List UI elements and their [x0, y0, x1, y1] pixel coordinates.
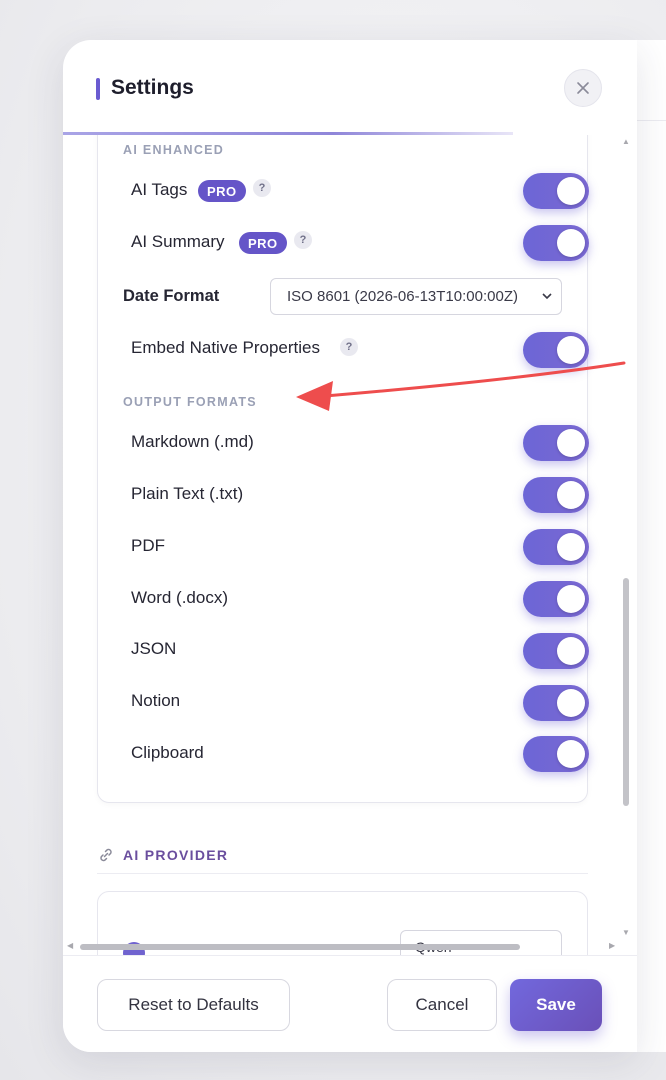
format-toggle-json[interactable] [523, 633, 589, 669]
format-toggle-plain-text[interactable] [523, 477, 589, 513]
settings-scroll-area[interactable]: AI ENHANCED AI Tags PRO ? AI Summary PRO… [63, 135, 637, 955]
ai-tags-label: AI Tags [131, 180, 188, 199]
date-format-label: Date Format [123, 287, 220, 305]
scroll-down-arrow[interactable]: ▼ [622, 928, 630, 937]
format-toggle-clipboard[interactable] [523, 736, 589, 772]
cancel-button[interactable]: Cancel [387, 979, 497, 1031]
format-label-json: JSON [131, 639, 177, 658]
scroll-left-arrow[interactable]: ◀ [67, 941, 73, 950]
ai-tags-toggle[interactable] [523, 173, 589, 209]
scroll-up-arrow[interactable]: ▲ [622, 137, 630, 146]
ai-summary-label: AI Summary [131, 232, 225, 251]
format-toggle-word[interactable] [523, 581, 589, 617]
horizontal-scrollbar[interactable]: ◀ ▶ [63, 940, 623, 954]
format-label-notion: Notion [131, 691, 181, 710]
embed-native-toggle[interactable] [523, 332, 589, 368]
title-accent-bar [96, 78, 100, 100]
vertical-scroll-thumb[interactable] [623, 578, 629, 806]
close-button[interactable] [564, 69, 602, 107]
help-icon[interactable]: ? [253, 179, 271, 197]
format-label-markdown: Markdown (.md) [131, 432, 254, 451]
scroll-right-arrow[interactable]: ▶ [609, 941, 615, 950]
ai-summary-toggle[interactable] [523, 225, 589, 261]
format-label-pdf: PDF [131, 536, 165, 555]
save-button[interactable]: Save [510, 979, 602, 1031]
background-panel [634, 40, 666, 1052]
features-card: AI ENHANCED AI Tags PRO ? AI Summary PRO… [97, 135, 589, 803]
format-toggle-pdf[interactable] [523, 529, 589, 565]
pro-badge: PRO [198, 180, 246, 202]
close-icon [577, 82, 589, 94]
section-title-ai-provider: AI PROVIDER [123, 847, 229, 863]
link-icon [100, 848, 112, 862]
format-toggle-notion[interactable] [523, 685, 589, 721]
section-divider [97, 873, 588, 874]
dialog-footer: Reset to Defaults Cancel Save [63, 955, 637, 1052]
date-format-value: ISO 8601 (2026-06-13T10:00:00Z) [287, 288, 518, 305]
chevron-down-icon [542, 293, 552, 300]
settings-dialog: Settings AI ENHANCED AI Tags PRO ? AI Su… [63, 40, 637, 1052]
vertical-scrollbar[interactable]: ▲ ▼ [620, 135, 634, 955]
help-icon[interactable]: ? [294, 231, 312, 249]
dialog-title: Settings [111, 76, 194, 99]
dialog-header: Settings [63, 40, 637, 135]
section-label-ai-enhanced: AI ENHANCED [123, 143, 225, 157]
format-label-word: Word (.docx) [131, 588, 228, 607]
format-label-plain-text: Plain Text (.txt) [131, 484, 244, 503]
section-label-output-formats: OUTPUT FORMATS [123, 395, 257, 409]
horizontal-scroll-thumb[interactable] [80, 944, 520, 950]
reset-defaults-button[interactable]: Reset to Defaults [97, 979, 290, 1031]
format-toggle-markdown[interactable] [523, 425, 589, 461]
format-label-clipboard: Clipboard [131, 743, 204, 762]
embed-native-label: Embed Native Properties [131, 338, 320, 357]
pro-badge: PRO [239, 232, 287, 254]
help-icon[interactable]: ? [340, 338, 358, 356]
date-format-select[interactable]: ISO 8601 (2026-06-13T10:00:00Z) [270, 278, 562, 315]
